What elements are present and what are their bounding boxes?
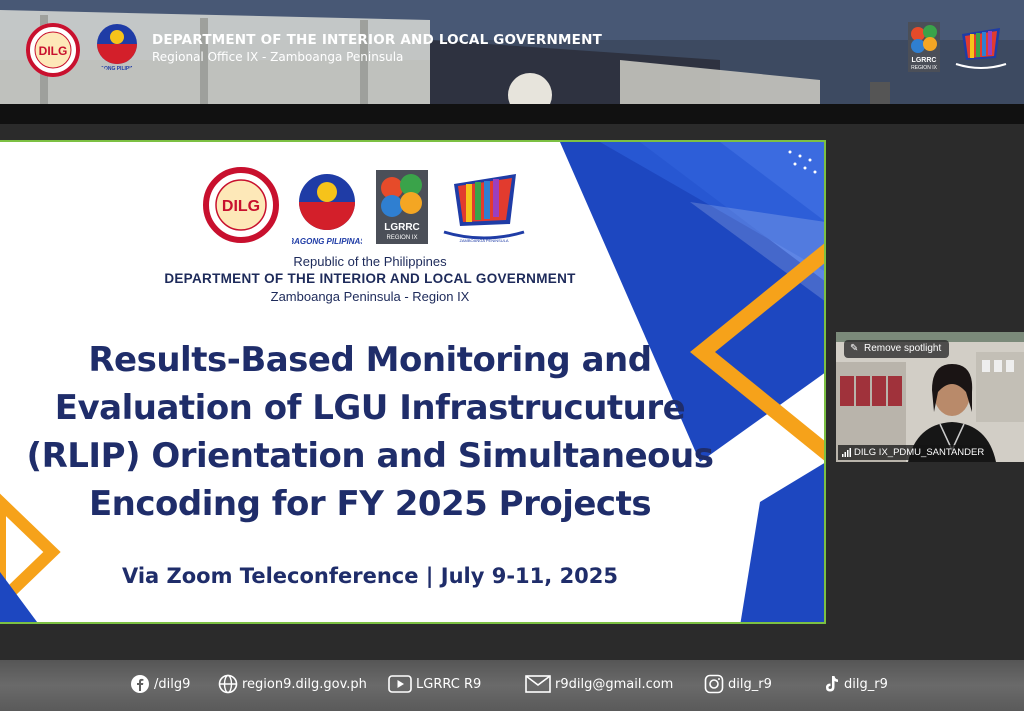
lgrrc-logo-icon: LGRRC REGION IX	[908, 22, 940, 72]
tiktok-icon	[826, 676, 838, 692]
website-url: region9.dilg.gov.ph	[242, 676, 367, 692]
globe-icon	[218, 674, 238, 694]
tiktok-link[interactable]: dilg_r9	[822, 672, 888, 696]
top-separator	[0, 104, 1024, 124]
header-subtitle: Regional Office IX - Zamboanga Peninsula	[152, 50, 404, 64]
department-text: DEPARTMENT OF THE INTERIOR AND LOCAL GOV…	[164, 271, 576, 286]
header-banner: DILG BAGONG PILIPINAS DEPARTMENT OF THE …	[0, 0, 1024, 104]
slide-lgrrc-logo-icon: LGRRC REGION IX	[376, 170, 428, 244]
vinta-logo-icon	[955, 28, 1007, 69]
tiktok-handle: dilg_r9	[844, 676, 888, 692]
svg-text:LGRRC: LGRRC	[384, 222, 420, 233]
website-link[interactable]: region9.dilg.gov.ph	[218, 672, 367, 696]
instagram-icon	[704, 674, 724, 694]
email-address: r9dilg@gmail.com	[555, 676, 674, 692]
email-icon	[525, 675, 551, 693]
svg-text:LGRRC: LGRRC	[912, 57, 937, 64]
shared-slide: DILG BAGONG PILIPINAS LGRRC REGION IX ZA…	[0, 140, 826, 624]
youtube-link[interactable]: LGRRC R9	[388, 672, 481, 696]
region-text: Zamboanga Peninsula - Region IX	[270, 289, 470, 304]
svg-text:DILG: DILG	[222, 198, 260, 215]
title-line-1: Results-Based Monitoring and	[88, 340, 652, 380]
republic-text: Republic of the Philippines	[293, 254, 447, 269]
svg-text:REGION IX: REGION IX	[386, 235, 417, 241]
svg-text:DILG: DILG	[39, 44, 68, 58]
title-line-3: (RLIP) Orientation and Simultaneous	[26, 436, 714, 476]
svg-text:BAGONG PILIPINAS: BAGONG PILIPINAS	[292, 237, 362, 246]
slide-vinta-logo-icon: ZAMBOANGA PENINSULA	[443, 174, 525, 243]
slide-bagong-pilipinas-icon: BAGONG PILIPINAS	[292, 174, 362, 246]
signal-icon	[842, 448, 851, 457]
svg-text:ZAMBOANGA PENINSULA: ZAMBOANGA PENINSULA	[459, 238, 508, 243]
dilg-seal-icon: DILG	[26, 23, 80, 77]
instagram-handle: dilg_r9	[728, 676, 772, 692]
remove-spotlight-button[interactable]: ✎ Remove spotlight	[844, 340, 950, 358]
participant-name: DILG IX_PDMU_SANTANDER	[854, 447, 985, 458]
title-line-4: Encoding for FY 2025 Projects	[88, 484, 652, 524]
title-line-2: Evaluation of LGU Infrastrucuture	[54, 388, 686, 428]
email-link[interactable]: r9dilg@gmail.com	[525, 672, 673, 696]
facebook-icon	[131, 675, 149, 693]
participant-video-tile[interactable]: ✎ Remove spotlight DILG IX_PDMU_SANTANDE…	[836, 332, 1024, 462]
remove-spotlight-label: Remove spotlight	[864, 343, 942, 354]
facebook-handle: /dilg9	[154, 676, 191, 692]
header-title: DEPARTMENT OF THE INTERIOR AND LOCAL GOV…	[152, 32, 602, 48]
event-details: Via Zoom Teleconference | July 9-11, 202…	[121, 564, 619, 588]
slide-dilg-seal-icon: DILG	[203, 167, 279, 243]
participant-name-tag: DILG IX_PDMU_SANTANDER	[838, 445, 991, 460]
bagong-pilipinas-icon: BAGONG PILIPINAS	[93, 24, 142, 72]
facebook-link[interactable]: /dilg9	[130, 672, 190, 696]
instagram-link[interactable]: dilg_r9	[704, 672, 772, 696]
pin-icon: ✎	[850, 343, 859, 354]
svg-text:REGION IX: REGION IX	[911, 65, 938, 71]
youtube-icon	[388, 675, 412, 693]
youtube-channel: LGRRC R9	[416, 676, 482, 692]
